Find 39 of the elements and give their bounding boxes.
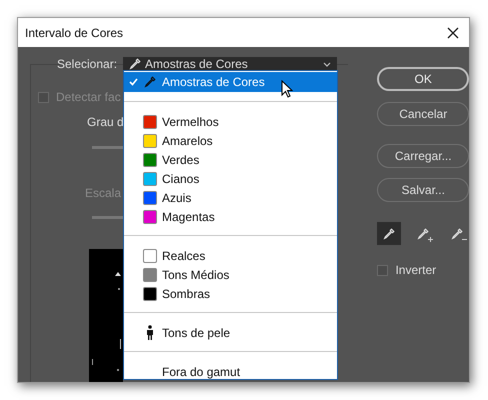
cursor-icon [281, 80, 293, 98]
menu-item[interactable]: Sombras [124, 284, 337, 303]
slider-track[interactable] [92, 146, 124, 149]
menu-item[interactable]: Azuis [124, 188, 337, 207]
checkbox[interactable] [38, 92, 49, 102]
select-dropdown[interactable]: Amostras de Cores [123, 57, 338, 71]
close-button[interactable] [445, 24, 461, 40]
menu-item[interactable]: Tons Médios [124, 265, 337, 284]
eyedropper-minus-icon [450, 228, 463, 240]
menu-item[interactable]: Vermelhos [124, 112, 337, 131]
select-label: Selecionar: [57, 57, 118, 71]
eyedropper-icon [129, 58, 142, 70]
checkbox[interactable] [377, 264, 388, 276]
check-icon [128, 78, 138, 86]
checkbox-label: Inverter [395, 263, 436, 277]
person-icon [145, 324, 155, 340]
menu-item[interactable]: Fora do gamut [124, 362, 337, 379]
close-icon [447, 26, 459, 38]
menu-item[interactable]: Magentas [124, 207, 337, 226]
load-button[interactable]: Carregar... [377, 144, 469, 168]
menu-item[interactable]: Realces [124, 246, 337, 265]
eyedropper-plus-icon [417, 228, 430, 240]
ok-button[interactable]: OK [377, 67, 469, 91]
menu-item[interactable]: Tons de pele [124, 323, 337, 342]
plus-icon [428, 237, 434, 242]
cancel-button[interactable]: Cancelar [377, 102, 469, 126]
eyedropper-icon [383, 228, 396, 240]
menu-item[interactable]: Verdes [124, 150, 337, 169]
save-button[interactable]: Salvar... [377, 178, 469, 202]
slider-label: Grau d [87, 115, 124, 129]
slider-track[interactable] [92, 216, 124, 219]
menu-item[interactable]: Cianos [124, 169, 337, 188]
tool-button[interactable] [377, 222, 402, 245]
menu-item[interactable]: Amostras de Cores [124, 72, 337, 92]
window-title: Intervalo de Cores [25, 26, 124, 40]
chevron-icon [323, 62, 332, 66]
minus-icon [462, 237, 467, 242]
eyedropper-icon [144, 76, 156, 88]
menu-item[interactable]: Amarelos [124, 131, 337, 150]
